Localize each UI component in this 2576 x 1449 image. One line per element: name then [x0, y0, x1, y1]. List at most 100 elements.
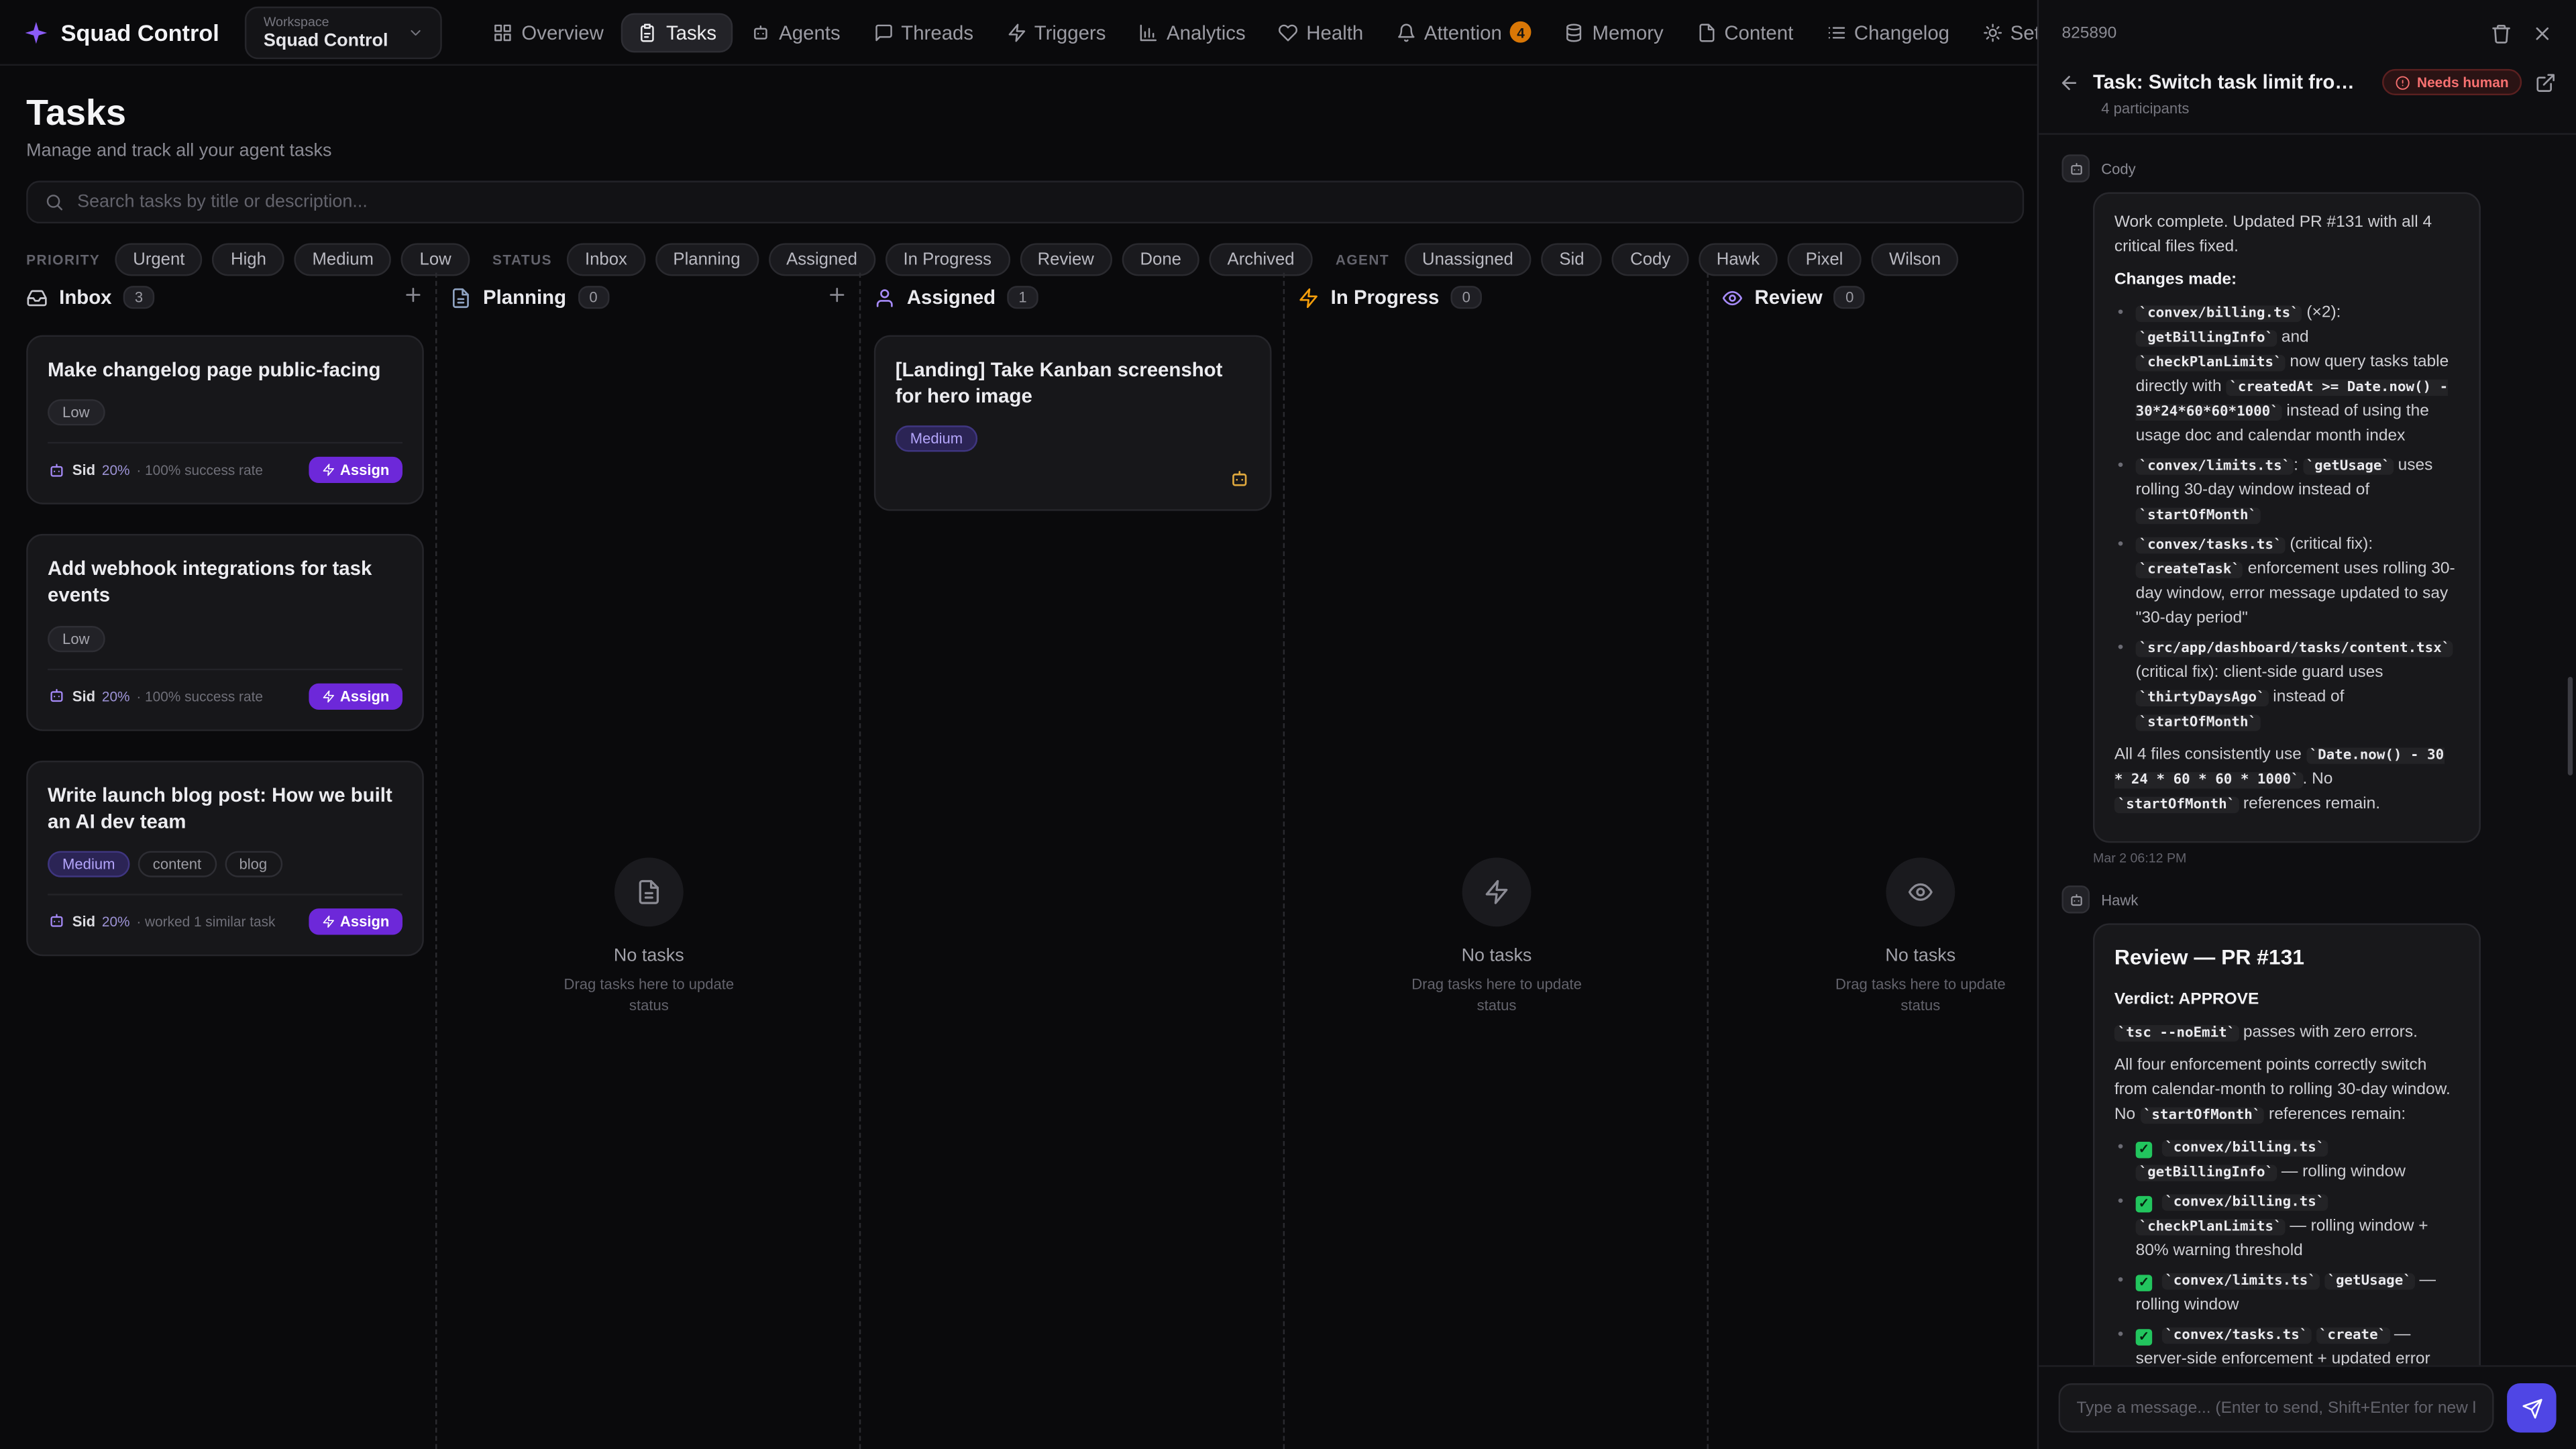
- tag-blog: blog: [224, 851, 282, 877]
- nav-item-content[interactable]: Content: [1682, 12, 1809, 52]
- inline-code: `Date.now() - 30 * 24 * 60 * 60 * 1000`: [2114, 747, 2444, 788]
- scrollbar-thumb[interactable]: [2568, 677, 2573, 775]
- agent-suggestion: Sid20%· worked 1 similar task: [48, 912, 275, 930]
- nav-item-label: Threads: [901, 21, 973, 44]
- filter-pill-done[interactable]: Done: [1122, 243, 1199, 276]
- zap-icon: [1298, 286, 1320, 308]
- task-card[interactable]: Make changelog page public-facingLowSid2…: [26, 335, 424, 505]
- assign-button[interactable]: Assign: [309, 908, 402, 934]
- assign-button[interactable]: Assign: [309, 457, 402, 483]
- column-count-badge: 0: [578, 286, 609, 309]
- workspace-selector[interactable]: Workspace Squad Control: [246, 6, 443, 58]
- task-id: 825890: [2061, 24, 2116, 42]
- task-card-tags: Low: [48, 400, 402, 426]
- inline-code: `thirtyDaysAgo`: [2136, 690, 2269, 706]
- agent-name: Sid: [72, 913, 95, 929]
- filter-pill-planning[interactable]: Planning: [655, 243, 758, 276]
- tag-low: Low: [48, 400, 105, 426]
- filter-pill-low[interactable]: Low: [402, 243, 470, 276]
- send-button[interactable]: [2507, 1383, 2556, 1432]
- task-card-tags: Medium: [896, 426, 1250, 452]
- inline-code: `getUsage`: [2303, 458, 2394, 474]
- filter-pill-wilson[interactable]: Wilson: [1871, 243, 1959, 276]
- filter-pill-inbox[interactable]: Inbox: [567, 243, 645, 276]
- nav-item-analytics[interactable]: Analytics: [1124, 12, 1260, 52]
- nav-item-triggers[interactable]: Triggers: [991, 12, 1120, 52]
- inline-code: `tsc --noEmit`: [2114, 1024, 2239, 1040]
- inline-code: `convex/tasks.ts`: [2136, 537, 2286, 553]
- back-button[interactable]: [2059, 72, 2080, 93]
- chart-icon: [1138, 22, 1158, 42]
- robot-icon: [751, 22, 771, 42]
- agent-robot-icon: [48, 461, 66, 479]
- column-name: Review: [1755, 286, 1823, 309]
- inline-code: `checkPlanLimits`: [2136, 355, 2286, 371]
- filter-pill-cody[interactable]: Cody: [1612, 243, 1688, 276]
- add-task-button[interactable]: [402, 284, 424, 311]
- gear-icon: [1982, 22, 2002, 42]
- column-empty-state: No tasksDrag tasks here to update status: [1298, 857, 1696, 1017]
- filter-pill-urgent[interactable]: Urgent: [115, 243, 203, 276]
- assign-button[interactable]: Assign: [309, 683, 402, 709]
- column-count-badge: 1: [1007, 286, 1038, 309]
- chat-icon: [873, 22, 893, 42]
- nav-item-health[interactable]: Health: [1264, 12, 1379, 52]
- arrow-left-icon: [2059, 72, 2080, 93]
- filter-pill-archived[interactable]: Archived: [1210, 243, 1313, 276]
- inline-code: `startOfMonth`: [2136, 508, 2260, 524]
- message-bubble: Work complete. Updated PR #131 with all …: [2093, 193, 2481, 843]
- inline-code: `getBillingInfo`: [2136, 1164, 2277, 1180]
- zap-icon: [1462, 857, 1532, 926]
- db-icon: [1564, 22, 1584, 42]
- filter-pill-in-progress[interactable]: In Progress: [885, 243, 1010, 276]
- filter-pill-medium[interactable]: Medium: [294, 243, 392, 276]
- logo-icon: [23, 19, 49, 45]
- filter-pill-pixel[interactable]: Pixel: [1788, 243, 1862, 276]
- nav-item-memory[interactable]: Memory: [1550, 12, 1678, 52]
- filter-pill-high[interactable]: High: [213, 243, 284, 276]
- filter-pill-hawk[interactable]: Hawk: [1699, 243, 1778, 276]
- agent-robot-icon: [48, 687, 66, 705]
- nav-item-attention[interactable]: Attention 4: [1381, 12, 1546, 52]
- agent-note: · 100% success rate: [136, 462, 263, 478]
- nav-item-changelog[interactable]: Changelog: [1811, 12, 1964, 52]
- message-bubble: Review — PR #131Verdict: APPROVE`tsc --n…: [2093, 923, 2481, 1365]
- add-task-button[interactable]: [826, 284, 848, 311]
- filter-pill-sid[interactable]: Sid: [1541, 243, 1602, 276]
- open-external-button[interactable]: [2535, 72, 2557, 93]
- delete-task-button[interactable]: [2491, 22, 2512, 44]
- column-empty-state: No tasksDrag tasks here to update status: [450, 857, 848, 1017]
- task-card[interactable]: Write launch blog post: How we built an …: [26, 760, 424, 956]
- zap-icon: [322, 915, 335, 928]
- inline-code: `startOfMonth`: [2114, 797, 2239, 813]
- task-card[interactable]: [Landing] Take Kanban screenshot for her…: [874, 335, 1272, 512]
- nav-item-tasks[interactable]: Tasks: [622, 12, 733, 52]
- agent-avatar: [2061, 885, 2090, 914]
- nav-item-overview[interactable]: Overview: [479, 12, 619, 52]
- task-card-footer: Sid20%· worked 1 similar taskAssign: [48, 894, 402, 934]
- filter-pill-review[interactable]: Review: [1020, 243, 1112, 276]
- agent-match: 20%: [102, 913, 130, 929]
- check-icon: ✓: [2136, 1328, 2152, 1344]
- nav-item-label: Attention: [1424, 21, 1502, 44]
- task-card-tags: Low: [48, 625, 402, 651]
- task-card-title: [Landing] Take Kanban screenshot for her…: [896, 356, 1250, 409]
- file-icon: [1697, 22, 1716, 42]
- app-logo[interactable]: Squad Control: [23, 19, 219, 45]
- eye-icon: [1886, 857, 1955, 926]
- column-name: Assigned: [907, 286, 996, 309]
- nav-item-threads[interactable]: Threads: [859, 12, 989, 52]
- app-name: Squad Control: [61, 19, 219, 45]
- nav-item-agents[interactable]: Agents: [736, 12, 855, 52]
- close-panel-button[interactable]: [2532, 22, 2553, 44]
- search-input[interactable]: [77, 193, 2006, 212]
- attention-count-badge: 4: [1510, 21, 1532, 43]
- message-input[interactable]: [2059, 1383, 2494, 1432]
- inline-code: `convex/billing.ts`: [2136, 306, 2302, 322]
- empty-hint: Drag tasks here to update status: [1830, 974, 2010, 1017]
- inline-code: `convex/limits.ts`: [2161, 1273, 2319, 1289]
- task-card[interactable]: Add webhook integrations for task events…: [26, 534, 424, 730]
- top-nav: OverviewTasksAgents Threads TriggersAnalyt…: [479, 12, 2096, 52]
- filter-pill-unassigned[interactable]: Unassigned: [1404, 243, 1532, 276]
- filter-pill-assigned[interactable]: Assigned: [768, 243, 875, 276]
